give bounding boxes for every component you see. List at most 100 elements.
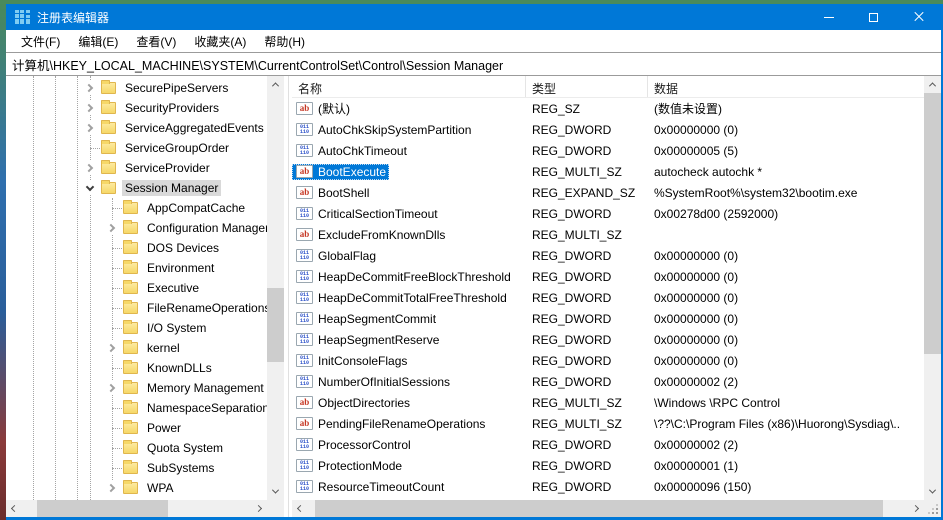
tree-item-environment[interactable]: Environment (6, 258, 267, 278)
chevron-right-icon[interactable] (105, 481, 119, 495)
tree-item-label[interactable]: DOS Devices (144, 240, 222, 256)
resize-grip[interactable] (924, 500, 941, 517)
tree-horizontal-scrollbar[interactable] (6, 500, 267, 517)
value-name-cell[interactable]: ab(默认) (292, 99, 353, 118)
value-name-cell[interactable]: abBootExecute (292, 164, 389, 180)
chevron-right-icon[interactable] (105, 381, 119, 395)
tree-item-executive[interactable]: Executive (6, 278, 267, 298)
tree-vscroll-thumb[interactable] (267, 288, 284, 362)
tree-item-filerenameoperations[interactable]: FileRenameOperations (6, 298, 267, 318)
list-vertical-scrollbar[interactable] (924, 76, 941, 517)
chevron-right-icon[interactable] (105, 341, 119, 355)
scroll-right-arrow-icon[interactable] (250, 500, 267, 517)
close-button[interactable] (896, 4, 941, 30)
tree-item-label[interactable]: Session Manager (122, 180, 221, 196)
value-name-cell[interactable]: abExcludeFromKnownDlls (292, 227, 448, 243)
tree-vscroll-track[interactable] (267, 93, 284, 483)
value-name-cell[interactable]: abObjectDirectories (292, 395, 413, 411)
chevron-right-icon[interactable] (105, 221, 119, 235)
value-name-cell[interactable]: 011110InitConsoleFlags (292, 353, 410, 369)
value-row-autochktimeout[interactable]: 011110AutoChkTimeoutREG_DWORD0x00000005 … (292, 140, 924, 161)
tree-item-label[interactable]: I/O System (144, 320, 209, 336)
tree-item-label[interactable]: Power (144, 420, 184, 436)
chevron-right-icon[interactable] (83, 161, 97, 175)
scroll-left-arrow-icon[interactable] (292, 500, 309, 517)
tree-item-appcompatcache[interactable]: AppCompatCache (6, 198, 267, 218)
tree-item-label[interactable]: NamespaceSeparation (144, 400, 267, 416)
value-name-cell[interactable]: 011110ProtectionMode (292, 458, 405, 474)
value-name-cell[interactable]: 011110NumberOfInitialSessions (292, 374, 453, 390)
tree-item-label[interactable]: AppCompatCache (144, 200, 248, 216)
list-horizontal-scrollbar[interactable] (292, 500, 924, 517)
value-row-pendingfilerenameoperations[interactable]: abPendingFileRenameOperationsREG_MULTI_S… (292, 413, 924, 434)
value-row-resourcetimeoutcount[interactable]: 011110ResourceTimeoutCountREG_DWORD0x000… (292, 476, 924, 497)
value-row-initconsoleflags[interactable]: 011110InitConsoleFlagsREG_DWORD0x0000000… (292, 350, 924, 371)
value-row-globalflag[interactable]: 011110GlobalFlagREG_DWORD0x00000000 (0) (292, 245, 924, 266)
value-row-heapsegmentcommit[interactable]: 011110HeapSegmentCommitREG_DWORD0x000000… (292, 308, 924, 329)
tree-item-servicegrouporder[interactable]: ServiceGroupOrder (6, 138, 267, 158)
tree-item-namespaceseparation[interactable]: NamespaceSeparation (6, 398, 267, 418)
menu-file[interactable]: 文件(F) (12, 31, 69, 52)
value-row-criticalsectiontimeout[interactable]: 011110CriticalSectionTimeoutREG_DWORD0x0… (292, 203, 924, 224)
value-row-protectionmode[interactable]: 011110ProtectionModeREG_DWORD0x00000001 … (292, 455, 924, 476)
tree-item-label[interactable]: SubSystems (144, 460, 217, 476)
tree-item-label[interactable]: Quota System (144, 440, 226, 456)
value-row-processorcontrol[interactable]: 011110ProcessorControlREG_DWORD0x0000000… (292, 434, 924, 455)
tree-item-label[interactable]: Memory Management (144, 380, 267, 396)
value-row-objectdirectories[interactable]: abObjectDirectoriesREG_MULTI_SZ\Windows … (292, 392, 924, 413)
menu-edit[interactable]: 编辑(E) (69, 31, 127, 52)
value-name-cell[interactable]: 011110ProcessorControl (292, 437, 414, 453)
tree-item-label[interactable]: SecurityProviders (122, 100, 222, 116)
list-hscroll-thumb[interactable] (315, 500, 883, 517)
tree-hscroll-thumb[interactable] (37, 500, 169, 517)
column-header-name[interactable]: 名称 (292, 76, 526, 97)
tree-item-label[interactable]: ServiceProvider (122, 160, 213, 176)
tree-item-label[interactable]: KnownDLLs (144, 360, 215, 376)
tree-vertical-scrollbar[interactable] (267, 76, 284, 500)
title-bar[interactable]: 注册表编辑器 (6, 4, 941, 30)
minimize-button[interactable] (806, 4, 851, 30)
tree-item-dos-devices[interactable]: DOS Devices (6, 238, 267, 258)
value-name-cell[interactable]: 011110HeapDeCommitFreeBlockThreshold (292, 269, 514, 285)
tree-item-i-o-system[interactable]: I/O System (6, 318, 267, 338)
scroll-up-arrow-icon[interactable] (924, 76, 941, 93)
menu-favorites[interactable]: 收藏夹(A) (185, 31, 255, 52)
tree-item-subsystems[interactable]: SubSystems (6, 458, 267, 478)
value-name-cell[interactable]: 011110GlobalFlag (292, 248, 379, 264)
maximize-button[interactable] (851, 4, 896, 30)
chevron-right-icon[interactable] (83, 81, 97, 95)
value-name-cell[interactable]: 011110CriticalSectionTimeout (292, 206, 441, 222)
value-name-cell[interactable]: abPendingFileRenameOperations (292, 416, 488, 432)
tree-item-serviceaggregatedevents[interactable]: ServiceAggregatedEvents (6, 118, 267, 138)
value-name-cell[interactable]: 011110HeapSegmentCommit (292, 311, 439, 327)
value-name-cell[interactable]: 011110HeapDeCommitTotalFreeThreshold (292, 290, 510, 306)
tree-item-label[interactable]: ServiceAggregatedEvents (122, 120, 267, 136)
chevron-right-icon[interactable] (83, 101, 97, 115)
value-row-[interactable]: ab(默认)REG_SZ(数值未设置) (292, 98, 924, 119)
value-name-cell[interactable]: abBootShell (292, 185, 372, 201)
menu-view[interactable]: 查看(V) (127, 31, 185, 52)
pane-splitter[interactable] (284, 76, 292, 517)
tree-item-memory-management[interactable]: Memory Management (6, 378, 267, 398)
tree-item-wpa[interactable]: WPA (6, 478, 267, 498)
value-name-cell[interactable]: 011110AutoChkTimeout (292, 143, 410, 159)
column-header-data[interactable]: 数据 (648, 76, 924, 97)
value-row-numberofinitialsessions[interactable]: 011110NumberOfInitialSessionsREG_DWORD0x… (292, 371, 924, 392)
list-hscroll-track[interactable] (309, 500, 907, 517)
scroll-left-arrow-icon[interactable] (6, 500, 23, 517)
list-vscroll-track[interactable] (924, 93, 941, 483)
address-bar-input[interactable]: 计算机\HKEY_LOCAL_MACHINE\SYSTEM\CurrentCon… (6, 52, 941, 76)
value-name-cell[interactable]: 011110AutoChkSkipSystemPartition (292, 122, 474, 138)
value-row-heapsegmentreserve[interactable]: 011110HeapSegmentReserveREG_DWORD0x00000… (292, 329, 924, 350)
column-header-type[interactable]: 类型 (526, 76, 648, 97)
tree-item-serviceprovider[interactable]: ServiceProvider (6, 158, 267, 178)
tree-item-label[interactable]: ServiceGroupOrder (122, 140, 232, 156)
tree-item-label[interactable]: SecurePipeServers (122, 80, 231, 96)
tree-item-label[interactable]: Environment (144, 260, 217, 276)
scroll-down-arrow-icon[interactable] (267, 483, 284, 500)
value-name-cell[interactable]: 011110ResourceTimeoutCount (292, 479, 447, 495)
value-name-cell[interactable]: 011110HeapSegmentReserve (292, 332, 442, 348)
tree-item-power[interactable]: Power (6, 418, 267, 438)
scroll-up-arrow-icon[interactable] (267, 76, 284, 93)
list-vscroll-thumb[interactable] (924, 93, 941, 354)
